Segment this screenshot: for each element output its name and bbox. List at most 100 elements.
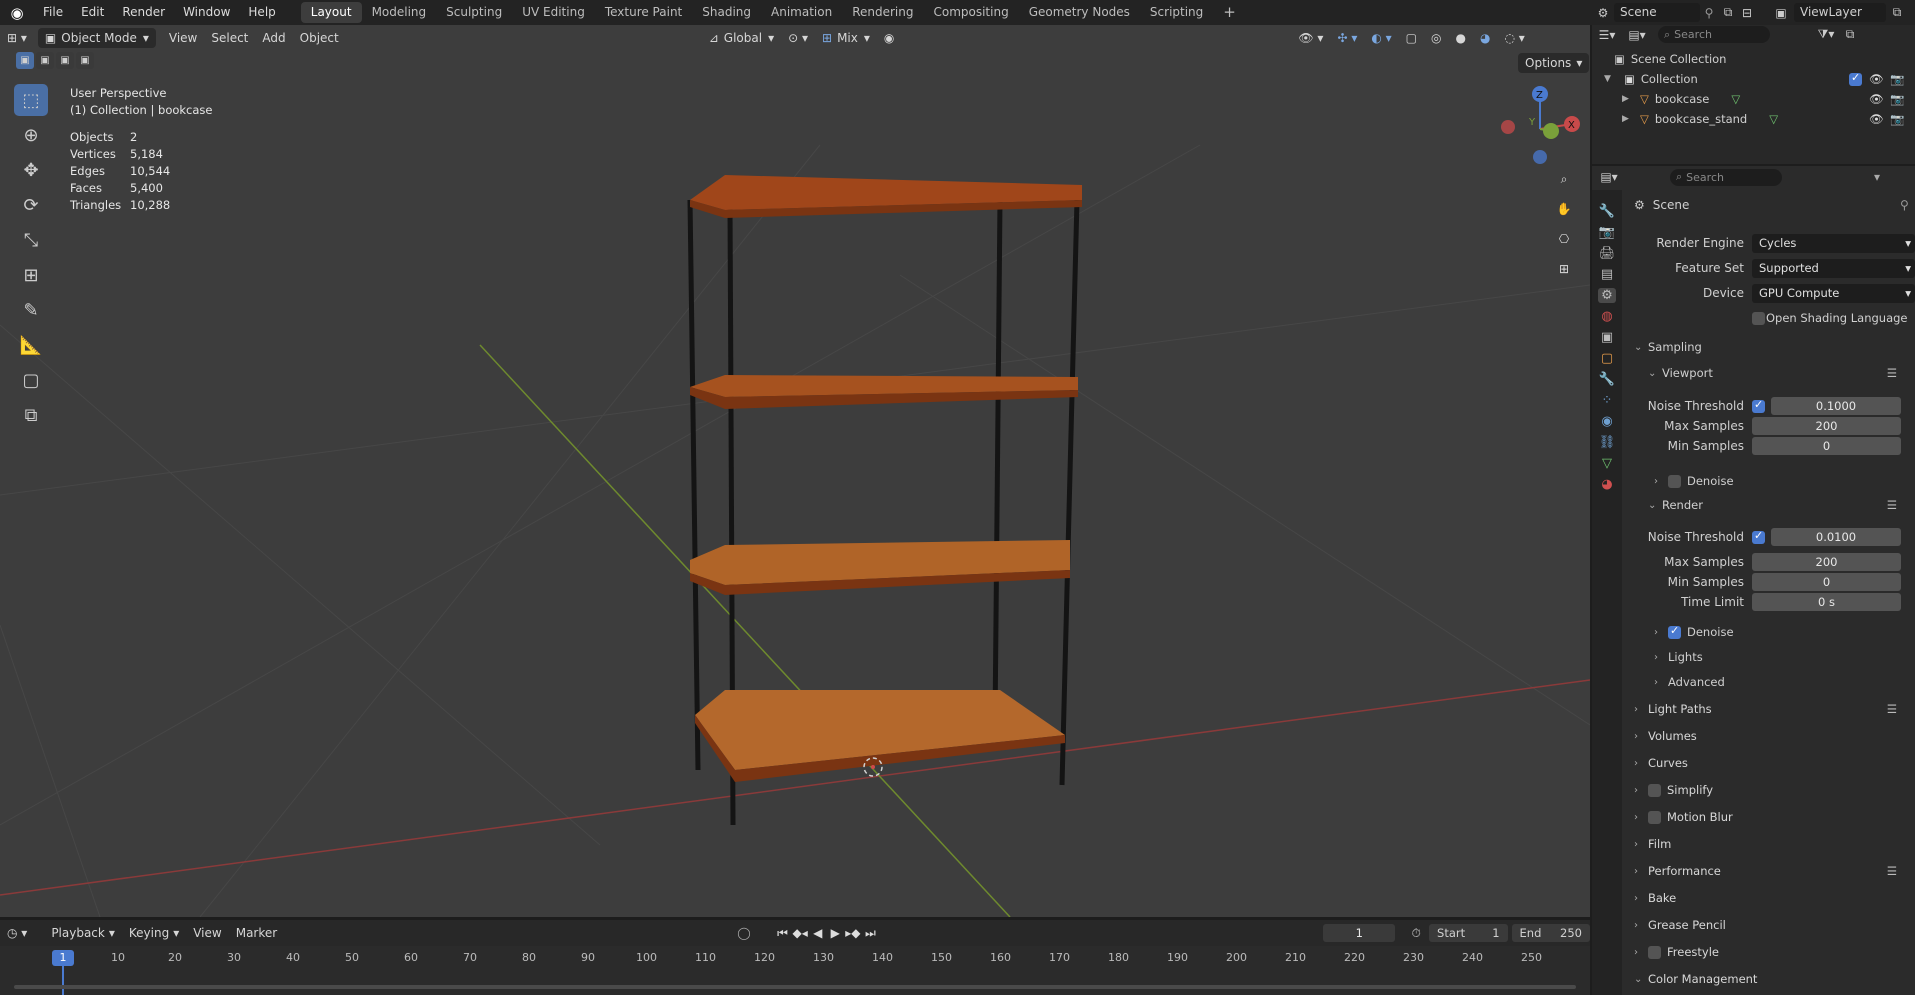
timeline-scrollbar[interactable]	[0, 983, 1590, 991]
vp-noise-threshold-field[interactable]: 0.1000	[1771, 397, 1901, 415]
playhead-frame[interactable]: 1	[52, 950, 74, 966]
vp-denoise-checkbox[interactable]	[1668, 474, 1681, 488]
prev-keyframe-icon[interactable]: ◆◂	[791, 926, 809, 940]
render-engine-dropdown[interactable]: Cycles ▾	[1752, 234, 1915, 253]
osl-checkbox[interactable]	[1752, 312, 1765, 325]
list-icon[interactable]: ☰	[1887, 498, 1897, 512]
sampling-panel-header[interactable]: ⌄ Sampling	[1634, 340, 1702, 354]
tab-uv-editing[interactable]: UV Editing	[512, 2, 595, 23]
pivot-dropdown[interactable]: ⊙ ▾	[781, 28, 815, 48]
panel-performance[interactable]: › Performance ☰	[1634, 859, 1915, 883]
shading-solid-icon[interactable]: ●	[1449, 28, 1473, 48]
viewlayer-icon[interactable]: ▣	[1768, 6, 1794, 20]
transform-orientation-dropdown[interactable]: ⊿ Global ▾	[702, 28, 781, 48]
jump-end-icon[interactable]: ⏭	[862, 926, 880, 941]
timeline-editor-icon[interactable]: ◷ ▾	[0, 923, 34, 943]
collection-row[interactable]: ▼ ▣ Collection 👁 📷	[1604, 71, 1915, 86]
chevron-down-icon[interactable]: ▾	[1874, 170, 1880, 184]
r-min-samples-field[interactable]: 0	[1752, 573, 1901, 591]
menu-window[interactable]: Window	[174, 0, 239, 25]
feature-set-dropdown[interactable]: Supported ▾	[1752, 259, 1915, 278]
3d-viewport[interactable]	[0, 25, 1590, 917]
menu-render[interactable]: Render	[113, 0, 174, 25]
panel-volumes[interactable]: › Volumes	[1634, 724, 1915, 748]
stopwatch-icon[interactable]: ⏱	[1407, 926, 1425, 941]
r-denoise-row[interactable]: › Denoise	[1654, 624, 1734, 640]
perspective-toggle-icon[interactable]: ⊞	[1553, 258, 1575, 280]
menu-object[interactable]: Object	[293, 28, 346, 48]
gizmo-y-axis[interactable]	[1543, 123, 1559, 139]
panel-motion-blur[interactable]: › Motion Blur	[1634, 805, 1915, 829]
time-limit-field[interactable]: 0 s	[1752, 593, 1901, 611]
mode-dropdown[interactable]: ▣ Object Mode ▾	[37, 28, 156, 48]
start-frame-field[interactable]: Start 1	[1429, 924, 1508, 942]
shading-material-icon[interactable]: ◕	[1473, 28, 1497, 48]
pan-hand-icon[interactable]: ✋	[1553, 198, 1575, 220]
select-intersect-icon[interactable]: ▣	[76, 52, 94, 69]
scene-icon[interactable]: ⚙	[1592, 6, 1614, 20]
xray-icon[interactable]: ▢	[1399, 28, 1424, 48]
menu-add[interactable]: Add	[255, 28, 292, 48]
gizmo-toggle-icon[interactable]: ✣ ▾	[1330, 28, 1364, 48]
new-collection-icon[interactable]: ⧉	[1840, 27, 1860, 42]
gizmo-neg-z[interactable]	[1533, 150, 1547, 164]
blender-logo-icon[interactable]: ◉	[0, 0, 34, 25]
eye-icon[interactable]: 👁	[1869, 72, 1884, 86]
tab-modeling[interactable]: Modeling	[362, 2, 437, 23]
outliner-editor-icon[interactable]: ☰▾	[1592, 28, 1622, 42]
tab-shading[interactable]: Shading	[692, 2, 761, 23]
collection-include-checkbox[interactable]	[1849, 71, 1862, 86]
expand-arrow-icon[interactable]: ▶	[1622, 94, 1634, 104]
freestyle-checkbox[interactable]	[1648, 945, 1661, 959]
overlay-toggle-icon[interactable]: ◐ ▾	[1364, 28, 1398, 48]
add-workspace-button[interactable]: +	[1213, 2, 1246, 23]
vp-max-samples-field[interactable]: 200	[1752, 417, 1901, 435]
r-noise-threshold-field[interactable]: 0.0100	[1771, 528, 1901, 546]
select-extend-icon[interactable]: ▣	[36, 52, 54, 69]
end-frame-field[interactable]: End 250	[1511, 924, 1590, 942]
select-new-icon[interactable]: ▣	[16, 52, 34, 69]
panel-grease-pencil[interactable]: › Grease Pencil	[1634, 913, 1915, 937]
new-viewlayer-icon[interactable]: ⧉	[1886, 5, 1908, 20]
remove-scene-icon[interactable]: ⊟	[1738, 6, 1756, 20]
play-reverse-icon[interactable]: ◀	[809, 926, 827, 940]
measure-tool-icon[interactable]: 📐	[14, 329, 48, 361]
panel-curves[interactable]: › Curves	[1634, 751, 1915, 775]
zoom-icon[interactable]: ⌕	[1553, 168, 1575, 190]
tab-geometry-nodes[interactable]: Geometry Nodes	[1019, 2, 1140, 23]
tab-rendering[interactable]: Rendering	[842, 2, 923, 23]
navigation-gizmo[interactable]: Z X Y	[1495, 82, 1585, 172]
camera-icon[interactable]: 📷	[1890, 92, 1904, 106]
viewlayer-name-field[interactable]: ViewLayer	[1794, 3, 1886, 22]
record-icon[interactable]: ◯	[734, 926, 754, 940]
eye-icon[interactable]: 👁	[1869, 112, 1884, 126]
r-max-samples-field[interactable]: 200	[1752, 553, 1901, 571]
extrude-tool-icon[interactable]: ⧉	[14, 399, 48, 431]
editor-type-button[interactable]: ⊞ ▾	[0, 28, 34, 48]
bookcase-model[interactable]	[687, 175, 1082, 826]
cursor-tool-icon[interactable]: ⊕	[14, 119, 48, 151]
menu-file[interactable]: File	[34, 0, 72, 25]
new-scene-icon[interactable]: ⧉	[1718, 5, 1738, 20]
options-dropdown[interactable]: Options ▾	[1518, 53, 1590, 73]
expand-arrow-icon[interactable]: ▶	[1622, 114, 1634, 124]
list-icon[interactable]: ☰	[1887, 864, 1897, 878]
visibility-icon[interactable]: 👁 ▾	[1291, 28, 1330, 48]
snap-dropdown[interactable]: ⊞ Mix ▾	[815, 28, 877, 48]
panel-light-paths[interactable]: › Light Paths ☰	[1634, 697, 1915, 721]
rotate-tool-icon[interactable]: ⟳	[14, 189, 48, 221]
gizmo-neg-x[interactable]	[1501, 120, 1515, 134]
outliner-search-input[interactable]: ⌕ Search	[1658, 26, 1770, 43]
vp-noise-threshold-checkbox[interactable]	[1752, 398, 1765, 413]
camera-icon[interactable]: 📷	[1890, 72, 1904, 86]
scale-tool-icon[interactable]: ⤡	[14, 224, 48, 256]
scene-name-field[interactable]: Scene	[1614, 3, 1700, 22]
r-denoise-checkbox[interactable]	[1668, 624, 1681, 639]
advanced-subpanel[interactable]: › Advanced	[1654, 675, 1725, 689]
menu-edit[interactable]: Edit	[72, 0, 113, 25]
expand-arrow-icon[interactable]: ▼	[1604, 74, 1618, 84]
jump-start-icon[interactable]: ⏮	[774, 926, 792, 941]
tab-scripting[interactable]: Scripting	[1140, 2, 1213, 23]
panel-film[interactable]: › Film	[1634, 832, 1915, 856]
viewport-subpanel-header[interactable]: ⌄ Viewport ☰	[1648, 366, 1915, 380]
